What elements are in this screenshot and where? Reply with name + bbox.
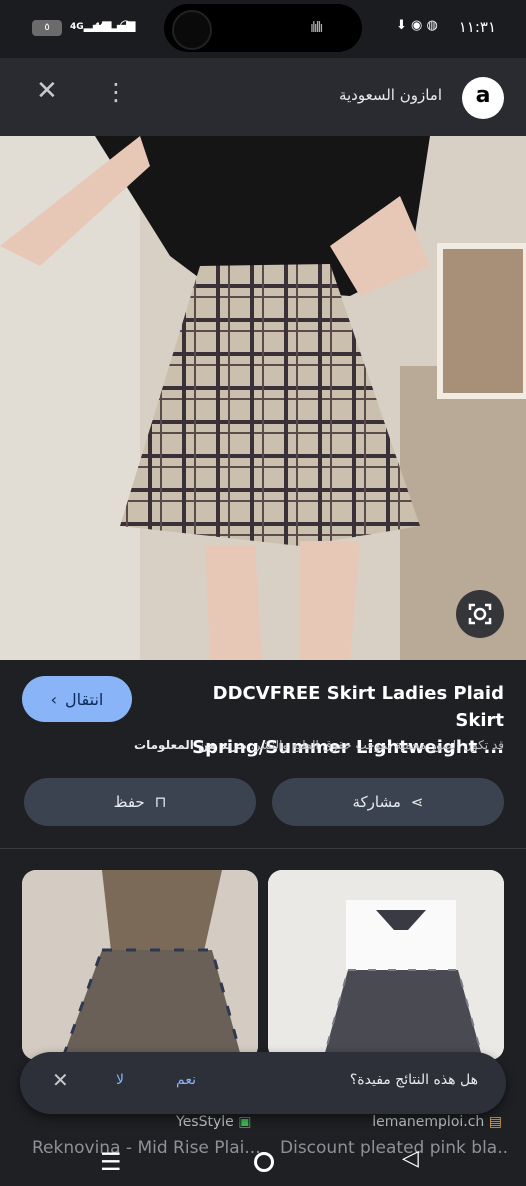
visual-search-button[interactable] <box>456 590 504 638</box>
more-options-icon[interactable]: ⋮ <box>104 78 128 106</box>
dynamic-island: ılıllı <box>164 4 362 52</box>
feedback-bar: هل هذه النتائج مفيدة؟ نعم لا ✕ <box>20 1052 506 1114</box>
feedback-question: هل هذه النتائج مفيدة؟ <box>349 1072 478 1088</box>
feedback-yes-button[interactable]: نعم <box>176 1072 196 1088</box>
home-icon[interactable] <box>254 1152 274 1172</box>
notification-icons: ⬇ ◉ ◍ <box>396 18 438 33</box>
source-label-1: YesStyle ▣ <box>176 1114 252 1130</box>
amazon-logo[interactable]: a <box>462 77 504 119</box>
skirt-photo <box>0 136 526 660</box>
share-button[interactable]: مشاركة ⋖ <box>272 778 504 826</box>
close-icon[interactable]: ✕ <box>36 76 58 106</box>
share-icon: ⋖ <box>410 793 424 811</box>
save-button[interactable]: حفظ ⊓ <box>24 778 256 826</box>
recents-icon[interactable]: ☰ <box>100 1148 122 1176</box>
audio-wave-icon: ılıllı <box>310 20 323 36</box>
system-nav-bar: ☰ ◁ <box>0 1140 526 1186</box>
lens-search-icon <box>468 603 492 625</box>
related-image-2[interactable] <box>268 870 504 1060</box>
camera-icon <box>172 10 212 50</box>
divider <box>0 848 526 849</box>
source-label-2: lemanemploi.ch ▤ <box>372 1114 502 1130</box>
site-title[interactable]: امازون السعودية <box>339 86 442 104</box>
battery-icon: ٥ <box>32 20 62 36</box>
status-bar: ٥ 4G▂▄▆ 4G▂▄▆ ◠ ılıllı ⬇ ◉ ◍ ١١:٣١ <box>0 0 526 58</box>
clock: ١١:٣١ <box>458 18 496 36</box>
product-image[interactable] <box>0 136 526 660</box>
related-image-1[interactable] <box>22 870 258 1060</box>
back-icon[interactable]: ◁ <box>402 1146 419 1171</box>
chevron-left-icon: ‹ <box>50 689 58 709</box>
bookmark-icon: ⊓ <box>154 793 167 811</box>
lens-header: ✕ ⋮ امازون السعودية a <box>0 58 526 136</box>
copyright-notice: قد تكون الصور محمية بموجب حقوق الطبع وال… <box>134 738 504 752</box>
wifi-icon: ◠ <box>120 16 132 34</box>
feedback-no-button[interactable]: لا <box>116 1072 124 1088</box>
feedback-close-icon[interactable]: ✕ <box>52 1068 69 1092</box>
more-info-link[interactable]: مزيد من المعلومات <box>134 738 247 752</box>
visit-button[interactable]: ‹ انتقال <box>22 676 132 722</box>
